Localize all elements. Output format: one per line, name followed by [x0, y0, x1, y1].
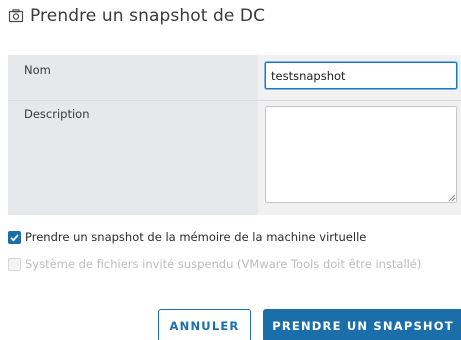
label-column — [8, 55, 258, 215]
quiesce-label: Système de fichiers invité suspendu (VMw… — [25, 257, 422, 271]
cancel-button[interactable]: ANNULER — [158, 309, 251, 340]
snapshot-memory-label: Prendre un snapshot de la mémoire de la … — [25, 230, 367, 244]
checkmark-icon — [10, 233, 19, 242]
resize-grip-icon[interactable] — [447, 193, 456, 202]
description-label: Description — [24, 107, 90, 121]
name-label: Nom — [24, 63, 51, 77]
snapshot-dialog: Prendre un snapshot de DC Nom Descriptio… — [0, 0, 461, 340]
take-snapshot-button[interactable]: PRENDRE UN SNAPSHOT — [263, 309, 461, 340]
snapshot-memory-checkbox[interactable] — [8, 230, 21, 244]
name-input[interactable] — [265, 62, 457, 89]
row-divider — [8, 100, 461, 101]
quiesce-checkbox — [8, 257, 21, 271]
dialog-header: Prendre un snapshot de DC — [8, 6, 265, 26]
camera-icon — [8, 9, 24, 23]
snapshot-form: Nom Description — [8, 55, 461, 215]
dialog-title: Prendre un snapshot de DC — [30, 6, 266, 26]
description-textarea[interactable] — [265, 106, 457, 203]
quiesce-option: Système de fichiers invité suspendu (VMw… — [8, 257, 421, 271]
snapshot-memory-option[interactable]: Prendre un snapshot de la mémoire de la … — [8, 230, 366, 244]
